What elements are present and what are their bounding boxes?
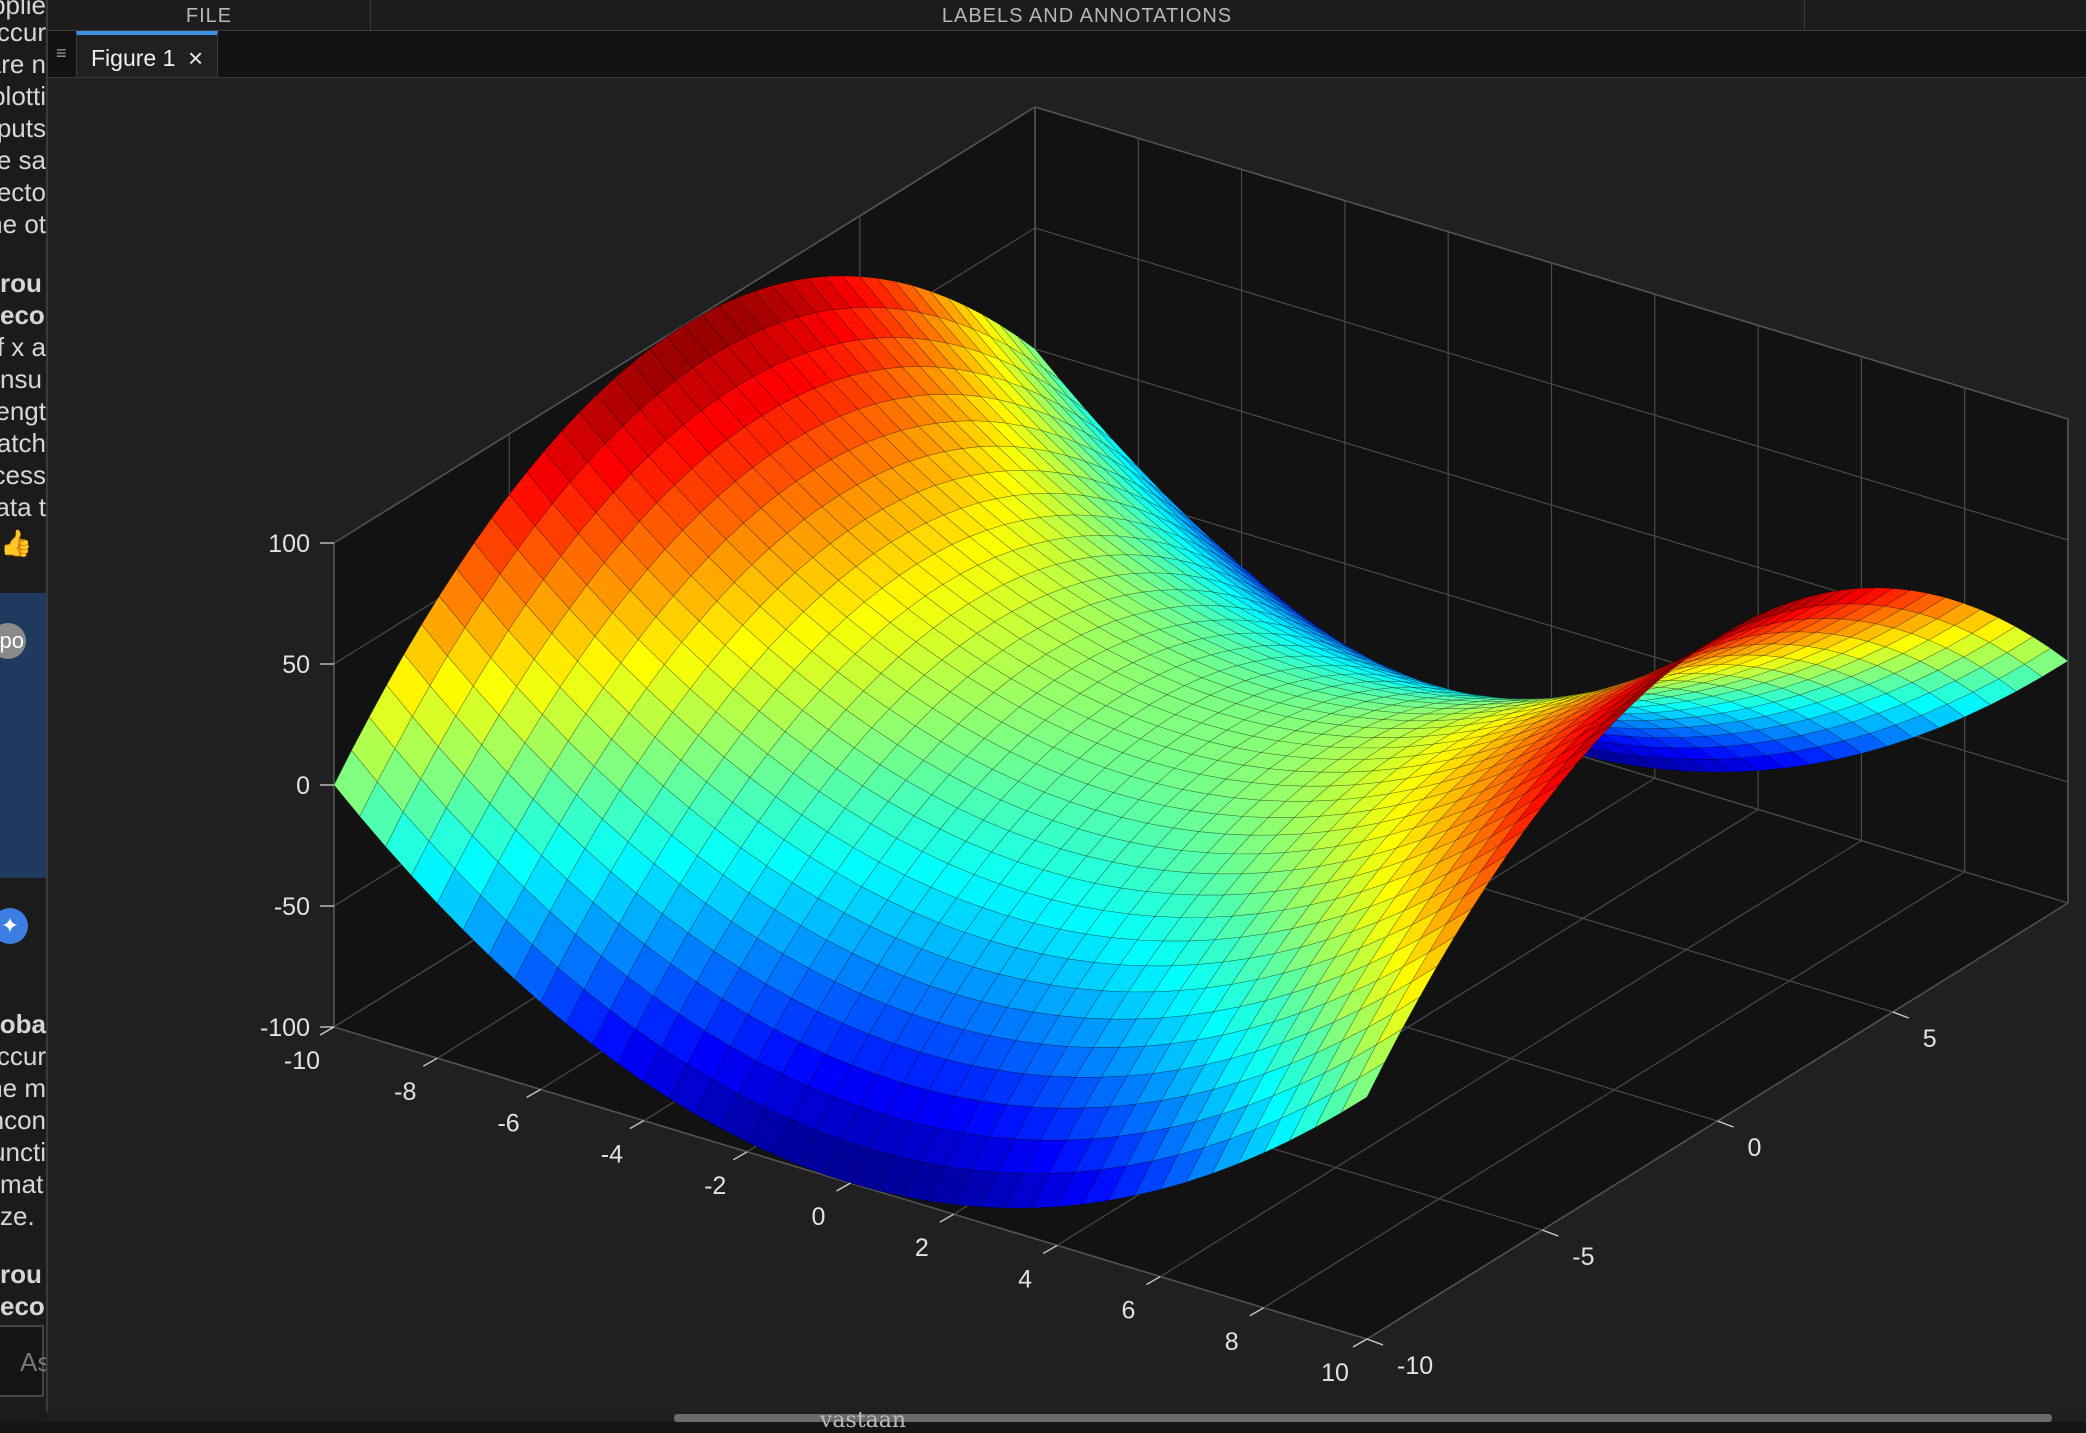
chat-panel: pplieoccurare nplottinputshe saectohe ot…: [0, 0, 46, 1422]
menu-icon[interactable]: ≡: [56, 43, 70, 63]
z-tick-label: 100: [268, 530, 310, 558]
x-tick-mark: [319, 1026, 335, 1036]
y-tick-mark: [1542, 1229, 1559, 1237]
y-tick-label: -5: [1572, 1243, 1594, 1271]
x-tick-label: 0: [812, 1203, 826, 1231]
x-tick-label: -10: [284, 1047, 320, 1075]
chat-text-line: mat: [0, 1168, 44, 1199]
y-tick-mark: [1892, 1011, 1909, 1019]
chat-text-line: rou: [0, 267, 42, 298]
x-tick-mark: [1146, 1276, 1161, 1286]
x-tick-mark: [1352, 1338, 1368, 1348]
x-tick-mark: [732, 1151, 748, 1161]
tab-file[interactable]: FILE: [48, 0, 371, 30]
chat-text-line: ata t: [0, 491, 46, 522]
z-tick-label: 50: [282, 651, 310, 679]
y-tick-label: 0: [1748, 1134, 1762, 1162]
z-tick-label: -100: [260, 1014, 310, 1042]
chat-text-line: he sa: [0, 144, 46, 175]
chat-text-line: are n: [0, 48, 46, 79]
x-tick-label: -2: [704, 1172, 726, 1200]
figure-window: FILE LABELS AND ANNOTATIONS ≡ Figure 1 ×…: [46, 0, 2086, 1412]
x-tick-mark: [939, 1213, 955, 1223]
x-tick-label: 2: [915, 1234, 929, 1262]
chat-text-line: eco: [0, 299, 45, 330]
chat-text-line: he ot: [0, 208, 46, 239]
chat-text-line: plotti: [0, 80, 46, 111]
tab-figure-1[interactable]: Figure 1 ×: [76, 31, 218, 77]
x-tick-label: 4: [1018, 1265, 1032, 1293]
ribbon-tabs: FILE LABELS AND ANNOTATIONS: [48, 0, 2086, 31]
y-tick-label: 5: [1923, 1025, 1937, 1053]
x-tick-label: 6: [1121, 1297, 1135, 1325]
x-tick-mark: [526, 1088, 541, 1098]
chat-text-line: roba: [0, 1008, 46, 1039]
x-tick-label: -8: [394, 1078, 416, 1106]
y-tick-mark: [1717, 1120, 1734, 1128]
x-tick-label: -4: [601, 1141, 623, 1169]
surface-plot[interactable]: -100-50050100-10-8-6-4-20246810 -10-505: [48, 78, 2086, 1412]
x-tick-mark: [836, 1182, 851, 1192]
y-tick-mark: [1366, 1338, 1384, 1346]
x-tick-mark: [422, 1057, 438, 1067]
thumbs-up-icon[interactable]: 👍: [0, 528, 32, 559]
y-tick-label: -10: [1397, 1352, 1433, 1380]
x-tick-mark: [1042, 1244, 1058, 1254]
plot-area[interactable]: -100 -50 0 50 100 -10 -8 -6 -4 -2 0 2 4 6 8 10 -10 -5 0 5: [48, 78, 2086, 1412]
chat-text-line: engt: [0, 395, 46, 426]
figure-tabbar: ≡ Figure 1 ×: [48, 31, 2086, 78]
chat-text-line: rou: [0, 1259, 42, 1290]
chat-text-line: nsu: [0, 363, 42, 394]
chat-text-line: uncti: [0, 1136, 46, 1167]
chat-text-line: ecess: [0, 459, 46, 490]
tab-labels-and-annotations[interactable]: LABELS AND ANNOTATIONS: [370, 0, 1805, 30]
chat-text-line: occur: [0, 1040, 46, 1071]
chat-text-line: natch: [0, 427, 46, 458]
x-tick-label: 8: [1225, 1328, 1239, 1356]
assistant-sparkle-icon: ✦: [0, 908, 28, 944]
chat-text-line: nputs: [0, 112, 46, 143]
figure-tab-label: Figure 1: [91, 45, 176, 71]
chat-text-line: ncon: [0, 1104, 46, 1135]
chat-text-line: eco: [0, 1291, 45, 1322]
z-tick-label: 0: [296, 772, 310, 800]
close-icon[interactable]: ×: [188, 43, 203, 74]
chat-text-line: occur: [0, 16, 46, 47]
chat-text-line: f x a: [0, 331, 46, 362]
chat-input-placeholder: As: [20, 1347, 46, 1377]
z-tick-label: -50: [274, 893, 310, 921]
chat-input[interactable]: As: [0, 1325, 46, 1397]
x-tick-label: 10: [1321, 1359, 1349, 1387]
x-tick-label: -6: [497, 1109, 519, 1137]
chat-text-line: ecto: [0, 176, 46, 207]
chat-text-line: he m: [0, 1072, 46, 1103]
chat-text-line: ze.: [0, 1200, 35, 1231]
x-tick-mark: [629, 1120, 645, 1130]
x-tick-mark: [1249, 1307, 1265, 1317]
